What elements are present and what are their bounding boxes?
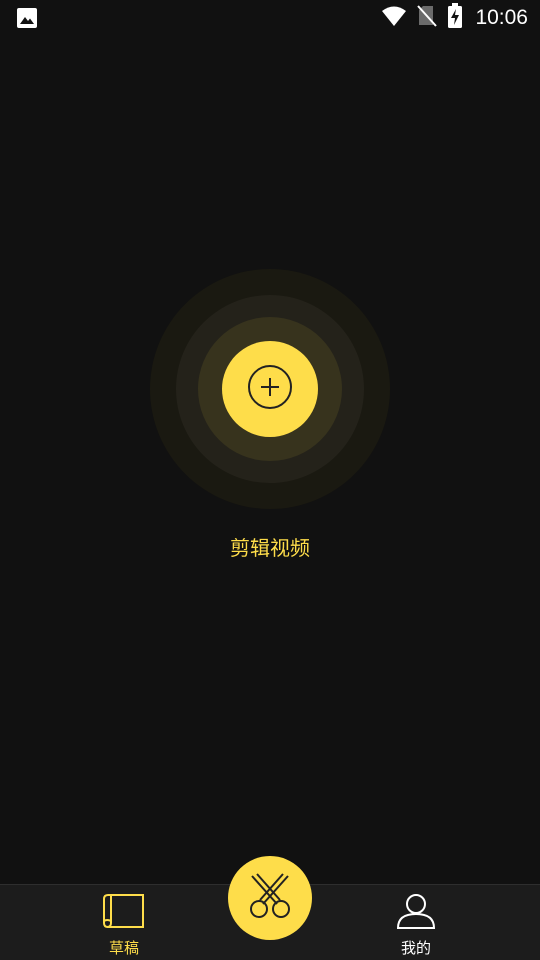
- nav-item-drafts[interactable]: 草稿: [79, 893, 169, 957]
- user-icon: [396, 893, 436, 933]
- add-video-area: [150, 269, 390, 509]
- status-time: 10:06: [475, 6, 528, 29]
- no-sim-icon: [417, 4, 438, 32]
- add-video-button[interactable]: [222, 341, 318, 437]
- battery-charging-icon: [447, 3, 463, 33]
- center-edit-button[interactable]: [228, 856, 312, 940]
- plus-circle-icon: [246, 363, 294, 415]
- status-icons: 10:06: [381, 3, 528, 33]
- nav-label-drafts: 草稿: [108, 939, 139, 957]
- edit-video-label[interactable]: 剪辑视频: [0, 532, 540, 561]
- image-icon: [16, 7, 38, 29]
- nav-item-mine[interactable]: 我的: [371, 893, 461, 957]
- nav-label-mine: 我的: [400, 939, 431, 957]
- status-bar: 10:06: [0, 0, 540, 36]
- draft-book-icon: [102, 893, 146, 933]
- scissors-icon: [244, 872, 296, 924]
- wifi-icon: [381, 5, 407, 31]
